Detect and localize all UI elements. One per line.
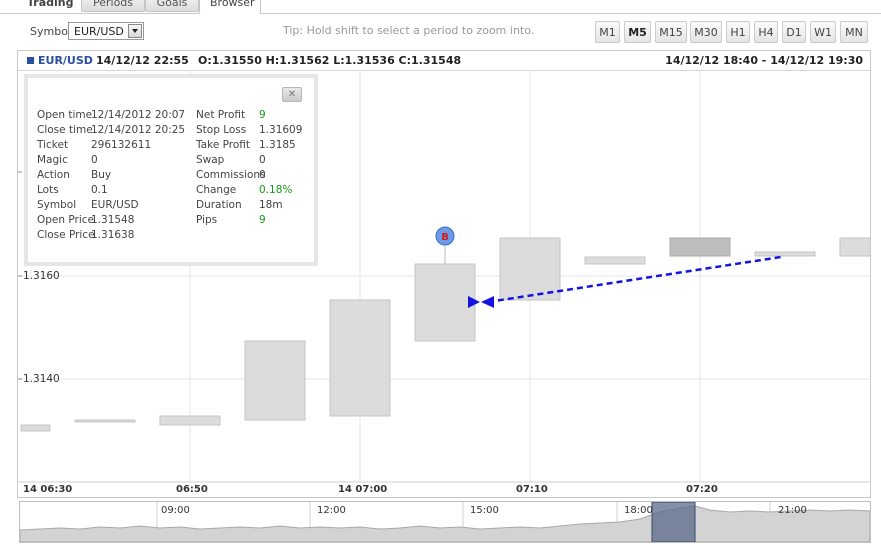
symbol-label: Symbol	[30, 25, 71, 38]
nav-label-4: 18:00	[624, 505, 653, 516]
series-square-icon	[27, 57, 34, 64]
nav-label-5: 21:00	[778, 505, 807, 516]
time-label-2: 06:50	[176, 484, 208, 495]
bottom-strip	[0, 548, 881, 555]
info-close-price: Close Price 1.31638	[37, 229, 135, 241]
nav-label-2: 12:00	[317, 505, 346, 516]
period-button-d1[interactable]: D1	[782, 21, 806, 43]
price-label-1: 1.3160	[23, 270, 60, 282]
period-button-m30[interactable]: M30	[690, 21, 722, 43]
navigator-area	[20, 505, 870, 542]
close-icon[interactable]: ✕	[282, 87, 302, 102]
info-pips: Pips 9	[196, 214, 266, 226]
info-close-time: Close time 12/14/2012 20:25	[37, 124, 186, 136]
info-lots: Lots 0.1	[37, 184, 108, 196]
info-symbol: Symbol EUR/USD	[37, 199, 139, 211]
time-navigator[interactable]: 09:00 12:00 15:00 18:00 21:00	[19, 501, 871, 543]
candle	[74, 419, 136, 423]
navigator-plot[interactable]	[20, 502, 870, 542]
info-duration: Duration 18m	[196, 199, 283, 211]
info-ticket: Ticket 296132611	[37, 139, 152, 151]
candle	[669, 237, 731, 257]
zoom-tip: Tip: Hold shift to select a period to zo…	[283, 24, 535, 37]
period-button-h1[interactable]: H1	[726, 21, 750, 43]
chart-range: 14/12/12 18:40 - 14/12/12 19:30	[665, 54, 863, 67]
tab-periods[interactable]: Periods	[81, 0, 145, 12]
price-label-2: 1.3140	[23, 373, 60, 385]
candle	[414, 263, 476, 342]
candle	[244, 340, 306, 421]
nav-label-1: 09:00	[161, 505, 190, 516]
info-swap: Swap 0	[196, 154, 266, 166]
period-button-m15[interactable]: M15	[655, 21, 687, 43]
nav-label-3: 15:00	[470, 505, 499, 516]
time-label-4: 07:10	[516, 484, 548, 495]
info-commissions: Commissions 0	[196, 169, 266, 181]
chart-symbol: EUR/USD	[38, 54, 93, 67]
candle	[754, 251, 816, 257]
info-stop-loss: Stop Loss 1.31609	[196, 124, 303, 136]
candle	[329, 299, 391, 417]
chart-toolbar: Symbol EUR/USD Tip: Hold shift to select…	[0, 14, 881, 48]
buy-marker-icon[interactable]: B	[435, 226, 455, 246]
period-button-m5[interactable]: M5	[624, 21, 651, 43]
marker-label: B	[441, 232, 449, 243]
time-label-3: 14 07:00	[338, 484, 388, 495]
period-button-w1[interactable]: W1	[810, 21, 836, 43]
period-button-m1[interactable]: M1	[595, 21, 620, 43]
candle	[20, 424, 51, 432]
candle	[839, 237, 870, 257]
candles	[20, 237, 870, 432]
period-button-mn[interactable]: MN	[840, 21, 868, 43]
info-magic: Magic 0	[37, 154, 98, 166]
info-change: Change 0.18%	[196, 184, 293, 196]
info-open-price: Open Price 1.31548	[37, 214, 135, 226]
info-action: Action Buy	[37, 169, 112, 181]
chart-header: EUR/USD 14/12/12 22:55 O:1.31550 H:1.315…	[18, 51, 870, 71]
navigator-selection	[651, 502, 696, 542]
symbol-select-value: EUR/USD	[74, 25, 124, 38]
tab-goals[interactable]: Goals	[145, 0, 199, 12]
candle	[499, 237, 561, 301]
tab-trading[interactable]: Trading	[17, 0, 81, 12]
chart-ohlc: O:1.31550 H:1.31562 L:1.31536 C:1.31548	[198, 54, 462, 67]
time-label-1: 14 06:30	[23, 484, 73, 495]
tab-bar: Trading Periods Goals Browser	[0, 0, 881, 14]
trade-info-panel: Open time 12/14/2012 20:07 Close time 12/1…	[24, 74, 318, 266]
period-button-h4[interactable]: H4	[754, 21, 778, 43]
info-net-profit: Net Profit 9	[196, 109, 266, 121]
candle	[584, 256, 646, 265]
candle	[159, 415, 221, 426]
info-open-time: Open time 12/14/2012 20:07	[37, 109, 186, 121]
time-label-5: 07:20	[686, 484, 718, 495]
chevron-down-icon[interactable]	[128, 24, 142, 38]
trade-close-arrow-icon	[481, 296, 494, 308]
symbol-select[interactable]: EUR/USD	[68, 22, 144, 40]
chart-datetime: 14/12/12 22:55	[96, 54, 189, 67]
tab-browser[interactable]: Browser	[199, 0, 261, 14]
info-take-profit: Take Profit 1.3185	[196, 139, 296, 151]
